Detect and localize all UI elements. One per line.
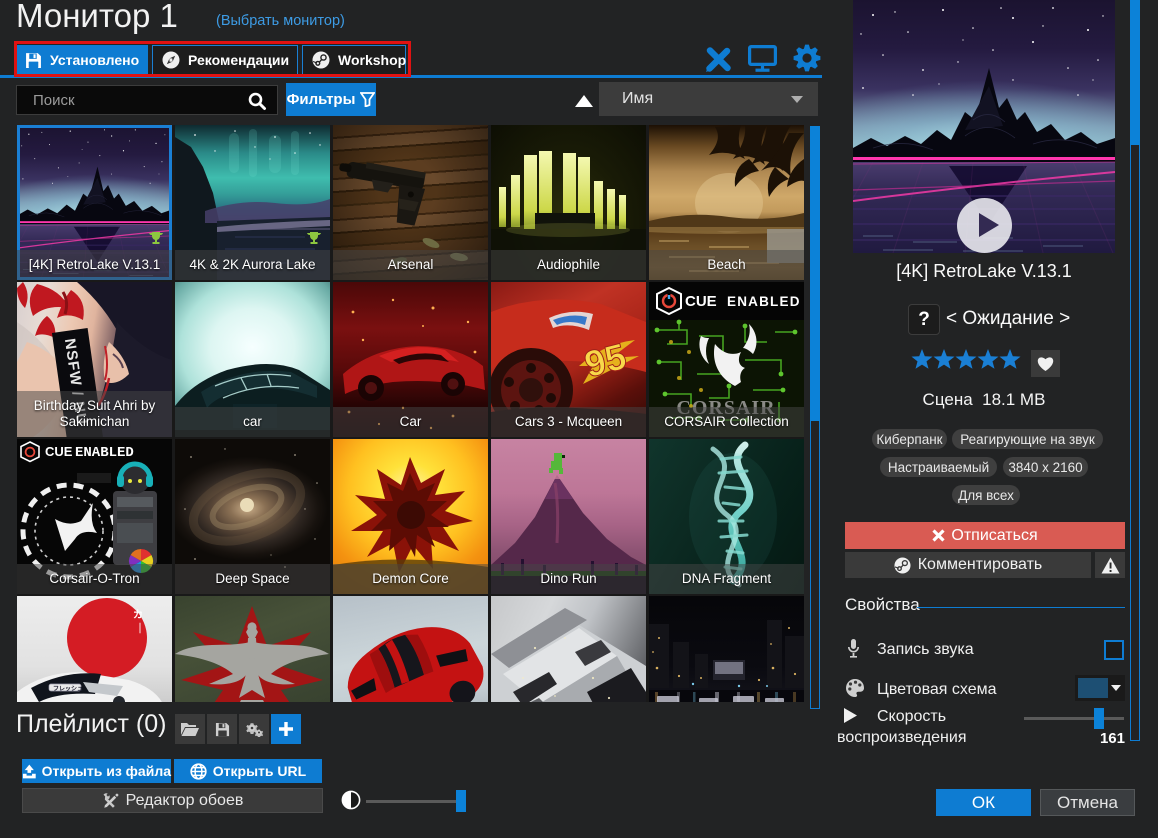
svg-text:CUE: CUE xyxy=(685,293,717,310)
svg-text:ENABLED: ENABLED xyxy=(75,445,134,461)
svg-text:ENABLED: ENABLED xyxy=(727,294,801,309)
svg-text:｜: ｜ xyxy=(135,622,145,635)
svg-text:カ: カ xyxy=(133,609,143,621)
svg-text:CUE: CUE xyxy=(45,444,73,459)
svg-text:フレッシュ: フレッシュ xyxy=(53,686,83,693)
